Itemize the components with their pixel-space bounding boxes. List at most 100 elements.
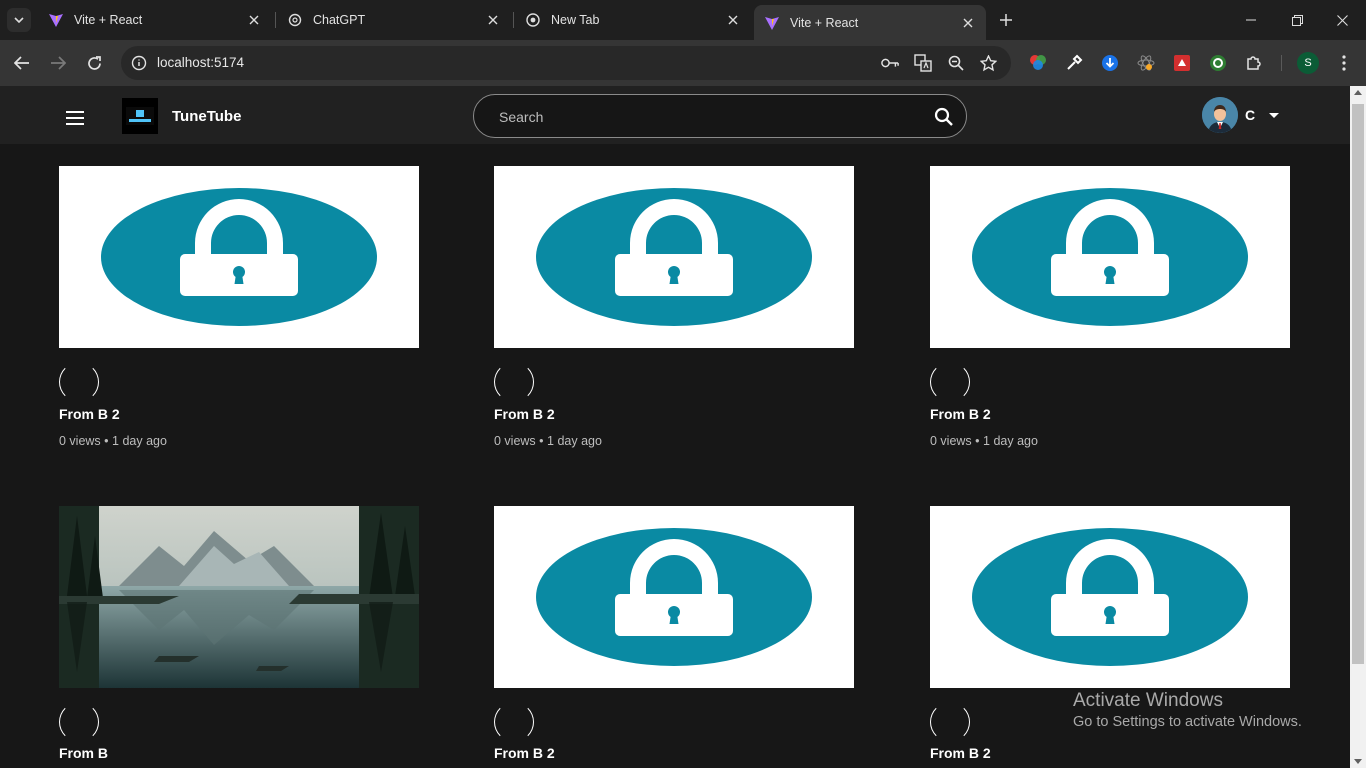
lock-icon <box>930 166 1290 348</box>
forward-button[interactable] <box>47 52 69 74</box>
green-record-extension-icon[interactable] <box>1208 53 1228 73</box>
react-devtools-icon[interactable] <box>1136 53 1156 73</box>
red-extension-icon[interactable] <box>1172 53 1192 73</box>
eyedropper-extension-icon[interactable] <box>1064 53 1084 73</box>
video-title[interactable]: From B 2 <box>930 745 991 761</box>
scroll-down-arrow-icon[interactable] <box>1354 759 1362 764</box>
video-thumbnail[interactable] <box>930 166 1290 348</box>
menu-hamburger-icon[interactable] <box>66 111 84 125</box>
browser-tab-1[interactable]: Vite + React <box>38 4 272 36</box>
brand-name[interactable]: TuneTube <box>172 108 241 125</box>
address-bar[interactable]: localhost:5174 <box>121 46 1011 80</box>
chatgpt-icon <box>287 12 303 28</box>
video-card[interactable]: From B 2 0 views • 1 day ago <box>59 166 419 448</box>
browser-tab-2[interactable]: ChatGPT <box>277 4 511 36</box>
video-thumbnail[interactable] <box>59 166 419 348</box>
site-info-icon[interactable] <box>131 55 147 71</box>
video-card[interactable]: From B <box>59 506 419 761</box>
arrow-right-icon <box>51 56 66 70</box>
video-thumbnail[interactable] <box>930 506 1290 688</box>
video-card[interactable]: From B 2 <box>494 506 854 761</box>
close-icon[interactable] <box>960 15 976 31</box>
channel-avatar[interactable] <box>59 702 99 742</box>
channel-avatar[interactable] <box>494 362 534 402</box>
page-scrollbar[interactable] <box>1350 86 1366 768</box>
password-key-icon[interactable] <box>881 54 899 72</box>
search-bar <box>473 94 967 138</box>
view-count: 0 views <box>494 434 536 448</box>
chevron-down-icon <box>14 17 24 23</box>
scroll-up-arrow-icon[interactable] <box>1354 90 1362 95</box>
video-card[interactable]: From B 2 0 views • 1 day ago <box>930 166 1290 448</box>
view-count: 0 views <box>59 434 101 448</box>
video-thumbnail[interactable] <box>494 166 854 348</box>
close-icon[interactable] <box>725 12 741 28</box>
reload-button[interactable] <box>83 52 105 74</box>
search-icon[interactable] <box>934 107 954 127</box>
tab-separator <box>275 12 276 28</box>
upload-time: 1 day ago <box>547 434 602 448</box>
color-picker-extension-icon[interactable] <box>1028 53 1048 73</box>
lock-icon <box>494 506 854 688</box>
search-input[interactable] <box>499 107 919 127</box>
video-title[interactable]: From B 2 <box>494 745 555 761</box>
lock-icon <box>494 166 854 348</box>
channel-avatar[interactable] <box>930 702 970 742</box>
lake-landscape-image <box>59 506 419 688</box>
url-text[interactable]: localhost:5174 <box>157 55 244 70</box>
browser-tab-4-active[interactable]: Vite + React <box>754 5 986 40</box>
video-thumbnail[interactable] <box>59 506 419 688</box>
video-thumbnail[interactable] <box>494 506 854 688</box>
scrollbar-thumb[interactable] <box>1352 104 1364 664</box>
tab-title: ChatGPT <box>313 13 366 27</box>
zoom-icon[interactable] <box>947 54 965 72</box>
lock-icon <box>59 166 419 348</box>
channel-avatar[interactable] <box>930 362 970 402</box>
download-extension-icon[interactable] <box>1100 53 1120 73</box>
app-logo[interactable] <box>122 98 158 134</box>
browser-profile-avatar[interactable]: S <box>1297 52 1319 74</box>
video-title[interactable]: From B <box>59 745 108 761</box>
arrow-left-icon <box>14 56 29 70</box>
video-meta: 0 views • 1 day ago <box>59 434 167 448</box>
new-tab-button[interactable] <box>996 10 1016 30</box>
channel-avatar[interactable] <box>59 362 99 402</box>
video-meta: 0 views • 1 day ago <box>930 434 1038 448</box>
video-title[interactable]: From B 2 <box>59 406 120 422</box>
bookmark-star-icon[interactable] <box>979 54 997 72</box>
browser-tab-3[interactable]: New Tab <box>515 4 751 36</box>
restore-button[interactable] <box>1287 10 1307 30</box>
minimize-icon <box>1246 19 1256 21</box>
close-icon[interactable] <box>485 12 501 28</box>
tab-title: Vite + React <box>790 15 859 30</box>
tab-separator <box>513 12 514 28</box>
lock-icon <box>930 506 1290 688</box>
restore-icon <box>1291 14 1303 26</box>
kebab-menu-icon[interactable] <box>1334 53 1354 73</box>
tab-title: Vite + React <box>74 13 143 27</box>
back-button[interactable] <box>11 52 33 74</box>
caret-down-icon[interactable] <box>1269 113 1279 118</box>
user-avatar[interactable] <box>1202 97 1238 133</box>
close-icon[interactable] <box>246 12 262 28</box>
extensions-puzzle-icon[interactable] <box>1244 53 1264 73</box>
upload-time: 1 day ago <box>983 434 1038 448</box>
video-card[interactable]: From B 2 <box>930 506 1290 761</box>
channel-avatar[interactable] <box>494 702 534 742</box>
vite-icon <box>764 15 780 31</box>
view-count: 0 views <box>930 434 972 448</box>
close-window-button[interactable] <box>1332 10 1352 30</box>
logo-icon <box>126 107 154 125</box>
video-card[interactable]: From B 2 0 views • 1 day ago <box>494 166 854 448</box>
video-title[interactable]: From B 2 <box>494 406 555 422</box>
toolbar-divider <box>1281 55 1282 71</box>
vite-icon <box>48 12 64 28</box>
translate-icon[interactable] <box>914 54 932 72</box>
windows-activation-subtitle: Go to Settings to activate Windows. <box>1073 714 1302 730</box>
upload-time: 1 day ago <box>112 434 167 448</box>
plus-icon <box>1000 14 1012 26</box>
minimize-button[interactable] <box>1241 10 1261 30</box>
tab-search-button[interactable] <box>7 8 31 32</box>
user-initial[interactable]: C <box>1245 107 1255 123</box>
video-title[interactable]: From B 2 <box>930 406 991 422</box>
